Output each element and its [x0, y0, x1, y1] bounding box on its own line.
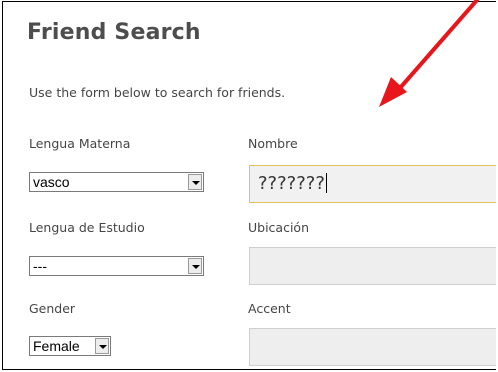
annotation-arrow-icon — [379, 0, 479, 107]
